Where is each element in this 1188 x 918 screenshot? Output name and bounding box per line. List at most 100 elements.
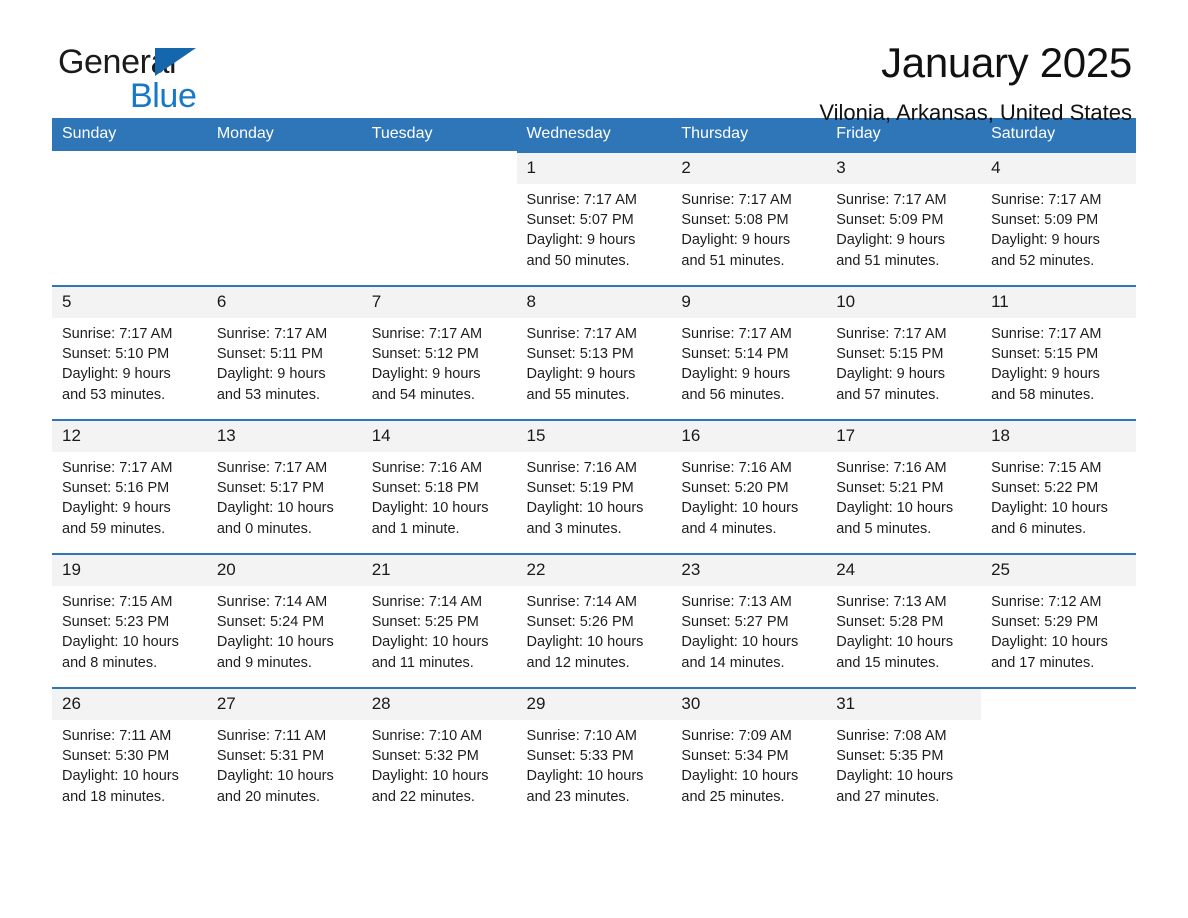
day-cell-inner: 31 Sunrise: 7:08 AM Sunset: 5:35 PM Dayligh… <box>826 689 982 821</box>
daylight-text: Daylight: 10 hours and 8 minutes. <box>62 634 179 671</box>
calendar-day-cell[interactable]: 8 Sunrise: 7:17 AM Sunset: 5:13 PM Daylight… <box>516 285 672 420</box>
day-cell-inner: 4 Sunrise: 7:17 AM Sunset: 5:09 PM Daylight… <box>981 153 1136 285</box>
calendar-day-cell[interactable]: 21 Sunrise: 7:14 AM Sunset: 5:25 PM Dayligh… <box>361 553 517 688</box>
day-number: 20 <box>206 555 362 586</box>
calendar-week-row: 12 Sunrise: 7:17 AM Sunset: 5:16 PM Dayligh… <box>52 419 1136 554</box>
calendar-day-cell[interactable]: 30 Sunrise: 7:09 AM Sunset: 5:34 PM Dayligh… <box>671 687 827 821</box>
calendar-day-cell[interactable]: 23 Sunrise: 7:13 AM Sunset: 5:27 PM Dayligh… <box>671 553 827 688</box>
calendar-day-cell[interactable]: 20 Sunrise: 7:14 AM Sunset: 5:24 PM Dayligh… <box>206 553 362 688</box>
sunset-text: Sunset: 5:15 PM <box>991 346 1099 363</box>
sunrise-text: Sunrise: 7:12 AM <box>991 594 1102 610</box>
calendar-day-cell[interactable]: 14 Sunrise: 7:16 AM Sunset: 5:18 PM Dayligh… <box>361 419 517 554</box>
calendar-day-cell-empty <box>206 151 362 286</box>
daylight-text: Daylight: 10 hours and 15 minutes. <box>836 634 954 671</box>
day-number: 4 <box>981 153 1136 184</box>
day-details: Sunrise: 7:12 AM Sunset: 5:29 PM Daylight:… <box>981 586 1136 673</box>
day-cell-inner: 2 Sunrise: 7:17 AM Sunset: 5:08 PM Daylight… <box>671 153 827 285</box>
calendar-day-cell[interactable]: 25 Sunrise: 7:12 AM Sunset: 5:29 PM Dayligh… <box>981 553 1136 688</box>
sunset-text: Sunset: 5:24 PM <box>216 614 325 631</box>
daylight-text: Daylight: 9 hours and 50 minutes. <box>526 232 636 269</box>
daylight-text: Daylight: 9 hours and 52 minutes. <box>991 232 1100 269</box>
day-cell-inner: 13 Sunrise: 7:17 AM Sunset: 5:17 PM Dayligh… <box>206 421 362 553</box>
calendar-day-cell[interactable]: 31 Sunrise: 7:08 AM Sunset: 5:35 PM Dayligh… <box>826 687 982 821</box>
calendar-day-cell[interactable]: 17 Sunrise: 7:16 AM Sunset: 5:21 PM Dayligh… <box>826 419 982 554</box>
day-number: 29 <box>516 689 672 720</box>
sunset-text: Sunset: 5:08 PM <box>681 212 789 229</box>
calendar-day-cell[interactable]: 13 Sunrise: 7:17 AM Sunset: 5:17 PM Dayligh… <box>206 419 362 554</box>
day-cell-inner: 10 Sunrise: 7:17 AM Sunset: 5:15 PM Dayligh… <box>826 287 982 419</box>
daylight-text: Daylight: 10 hours and 22 minutes. <box>371 768 489 805</box>
day-number: 31 <box>826 689 982 720</box>
calendar-day-cell[interactable]: 9 Sunrise: 7:17 AM Sunset: 5:14 PM Daylight… <box>671 285 827 420</box>
daylight-text: Daylight: 9 hours and 51 minutes. <box>836 232 946 269</box>
day-number: 6 <box>206 287 362 318</box>
day-cell-inner: 20 Sunrise: 7:14 AM Sunset: 5:24 PM Dayligh… <box>206 555 362 687</box>
sunrise-text: Sunrise: 7:17 AM <box>681 326 792 342</box>
day-number: 21 <box>361 555 517 586</box>
calendar-day-cell[interactable]: 16 Sunrise: 7:16 AM Sunset: 5:20 PM Dayligh… <box>671 419 827 554</box>
sunrise-text: Sunrise: 7:13 AM <box>836 594 947 610</box>
daylight-text: Daylight: 10 hours and 6 minutes. <box>991 500 1108 537</box>
calendar-day-cell[interactable]: 26 Sunrise: 7:11 AM Sunset: 5:30 PM Dayligh… <box>52 687 207 821</box>
day-cell-inner: 30 Sunrise: 7:09 AM Sunset: 5:34 PM Dayligh… <box>671 689 827 821</box>
logo-text-blue: Blue <box>130 77 197 115</box>
calendar-day-cell[interactable]: 10 Sunrise: 7:17 AM Sunset: 5:15 PM Dayligh… <box>826 285 982 420</box>
day-cell-inner: 3 Sunrise: 7:17 AM Sunset: 5:09 PM Daylight… <box>826 153 982 285</box>
page-title: January 2025 <box>881 39 1132 86</box>
calendar-day-cell[interactable]: 5 Sunrise: 7:17 AM Sunset: 5:10 PM Daylight… <box>52 285 207 420</box>
day-details: Sunrise: 7:08 AM Sunset: 5:35 PM Daylight:… <box>826 720 981 807</box>
weekday-header-monday: Monday <box>206 118 362 152</box>
sunrise-text: Sunrise: 7:14 AM <box>526 594 637 610</box>
day-details: Sunrise: 7:16 AM Sunset: 5:19 PM Daylight:… <box>517 452 672 539</box>
daylight-text: Daylight: 10 hours and 20 minutes. <box>216 768 334 805</box>
sunset-text: Sunset: 5:07 PM <box>526 212 634 229</box>
weekday-header-thursday: Thursday <box>671 118 827 152</box>
sunset-text: Sunset: 5:19 PM <box>526 480 634 497</box>
calendar-day-cell[interactable]: 18 Sunrise: 7:15 AM Sunset: 5:22 PM Dayligh… <box>981 419 1136 554</box>
day-details: Sunrise: 7:13 AM Sunset: 5:28 PM Daylight:… <box>826 586 981 673</box>
day-number: 26 <box>52 689 207 720</box>
daylight-text: Daylight: 10 hours and 23 minutes. <box>526 768 644 805</box>
day-number: 23 <box>671 555 827 586</box>
general-blue-logo[interactable]: General Blue <box>58 42 358 116</box>
calendar-day-cell[interactable]: 28 Sunrise: 7:10 AM Sunset: 5:32 PM Dayligh… <box>361 687 517 821</box>
day-number: 3 <box>826 153 982 184</box>
day-details: Sunrise: 7:17 AM Sunset: 5:07 PM Daylight:… <box>517 184 672 271</box>
day-number <box>206 153 362 184</box>
day-cell-inner <box>206 153 362 285</box>
day-cell-inner: 17 Sunrise: 7:16 AM Sunset: 5:21 PM Dayligh… <box>826 421 982 553</box>
sunrise-text: Sunrise: 7:13 AM <box>681 594 792 610</box>
day-number: 16 <box>671 421 827 452</box>
sunrise-text: Sunrise: 7:17 AM <box>681 192 792 208</box>
calendar-week-row: 5 Sunrise: 7:17 AM Sunset: 5:10 PM Daylight… <box>52 285 1136 420</box>
calendar-day-cell[interactable]: 3 Sunrise: 7:17 AM Sunset: 5:09 PM Daylight… <box>826 151 982 286</box>
calendar-day-cell[interactable]: 22 Sunrise: 7:14 AM Sunset: 5:26 PM Dayligh… <box>516 553 672 688</box>
sunset-text: Sunset: 5:21 PM <box>836 480 944 497</box>
calendar-day-cell[interactable]: 6 Sunrise: 7:17 AM Sunset: 5:11 PM Daylight… <box>206 285 362 420</box>
calendar-day-cell[interactable]: 29 Sunrise: 7:10 AM Sunset: 5:33 PM Dayligh… <box>516 687 672 821</box>
sunset-text: Sunset: 5:34 PM <box>681 748 789 765</box>
calendar-day-cell[interactable]: 4 Sunrise: 7:17 AM Sunset: 5:09 PM Daylight… <box>981 151 1136 286</box>
sunset-text: Sunset: 5:17 PM <box>216 480 325 497</box>
day-details: Sunrise: 7:17 AM Sunset: 5:13 PM Daylight:… <box>517 318 672 405</box>
sunrise-text: Sunrise: 7:14 AM <box>371 594 483 610</box>
calendar-day-cell[interactable]: 1 Sunrise: 7:17 AM Sunset: 5:07 PM Daylight… <box>516 151 672 286</box>
calendar-day-cell[interactable]: 27 Sunrise: 7:11 AM Sunset: 5:31 PM Dayligh… <box>206 687 362 821</box>
calendar-day-cell[interactable]: 19 Sunrise: 7:15 AM Sunset: 5:23 PM Dayligh… <box>52 553 207 688</box>
calendar-day-cell[interactable]: 7 Sunrise: 7:17 AM Sunset: 5:12 PM Daylight… <box>361 285 517 420</box>
day-details: Sunrise: 7:09 AM Sunset: 5:34 PM Daylight:… <box>671 720 826 807</box>
sunrise-text: Sunrise: 7:17 AM <box>62 460 173 476</box>
day-details: Sunrise: 7:15 AM Sunset: 5:22 PM Daylight:… <box>981 452 1136 539</box>
daylight-text: Daylight: 9 hours and 51 minutes. <box>681 232 791 269</box>
daylight-text: Daylight: 10 hours and 14 minutes. <box>681 634 799 671</box>
sunrise-text: Sunrise: 7:11 AM <box>216 728 327 744</box>
daylight-text: Daylight: 10 hours and 27 minutes. <box>836 768 954 805</box>
calendar-day-cell-empty <box>981 687 1136 821</box>
calendar-day-cell[interactable]: 15 Sunrise: 7:16 AM Sunset: 5:19 PM Dayligh… <box>516 419 672 554</box>
sunset-text: Sunset: 5:27 PM <box>681 614 789 631</box>
calendar-day-cell[interactable]: 2 Sunrise: 7:17 AM Sunset: 5:08 PM Daylight… <box>671 151 827 286</box>
calendar-day-cell[interactable]: 24 Sunrise: 7:13 AM Sunset: 5:28 PM Dayligh… <box>826 553 982 688</box>
calendar-day-cell[interactable]: 12 Sunrise: 7:17 AM Sunset: 5:16 PM Dayligh… <box>52 419 207 554</box>
calendar-day-cell[interactable]: 11 Sunrise: 7:17 AM Sunset: 5:15 PM Dayligh… <box>981 285 1136 420</box>
day-number: 22 <box>516 555 672 586</box>
